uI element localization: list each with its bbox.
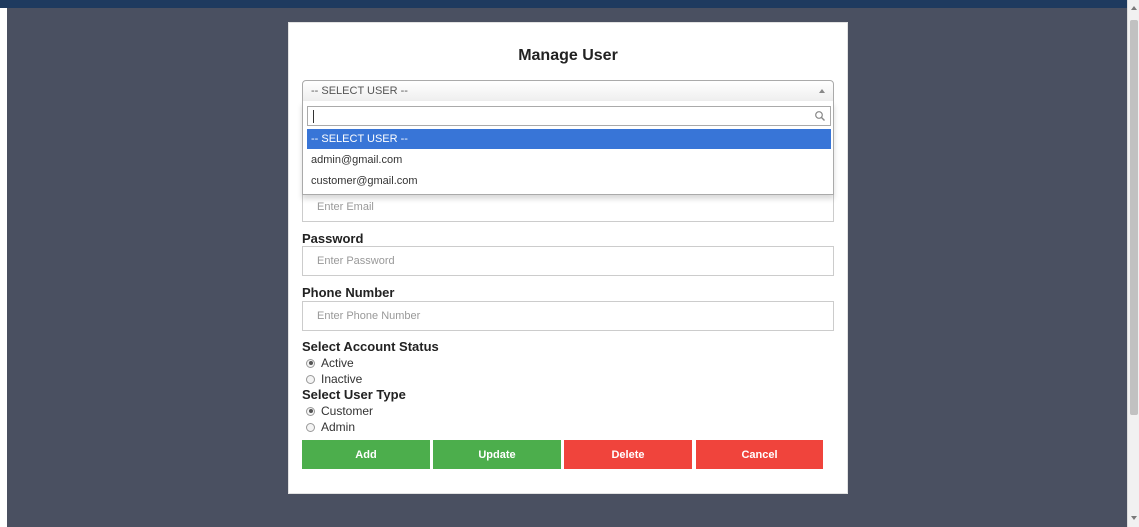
radio-admin[interactable]: Admin <box>306 420 355 434</box>
page-scrollbar[interactable] <box>1127 0 1139 527</box>
delete-button[interactable]: Delete <box>564 440 692 469</box>
user-option-customer[interactable]: customer@gmail.com <box>307 171 831 191</box>
radio-admin-label: Admin <box>321 420 356 434</box>
account-status-label: Select Account Status <box>302 339 439 354</box>
user-search-input[interactable] <box>308 108 830 126</box>
radio-customer[interactable]: Customer <box>306 404 373 418</box>
update-button[interactable]: Update <box>433 440 561 469</box>
user-option-select[interactable]: -- SELECT USER -- <box>307 129 831 149</box>
text-cursor <box>313 110 314 123</box>
user-select-value: -- SELECT USER -- <box>311 85 408 97</box>
radio-inactive[interactable]: Inactive <box>306 372 362 386</box>
cancel-button[interactable]: Cancel <box>696 440 823 469</box>
user-type-label: Select User Type <box>302 387 406 402</box>
user-select[interactable]: -- SELECT USER -- <box>302 80 834 102</box>
user-search-box[interactable] <box>307 106 831 126</box>
scroll-up-icon[interactable] <box>1131 6 1137 10</box>
add-button[interactable]: Add <box>302 440 430 469</box>
radio-customer-button[interactable] <box>306 406 315 416</box>
caret-up-icon <box>819 89 825 93</box>
radio-admin-button[interactable] <box>306 422 315 432</box>
phone-label: Phone Number <box>302 285 395 300</box>
modal-title: Manage User <box>518 47 618 64</box>
scrollbar-thumb[interactable] <box>1130 20 1138 415</box>
radio-inactive-label: Inactive <box>321 372 363 386</box>
email-field[interactable] <box>302 192 834 222</box>
password-field[interactable] <box>302 246 834 276</box>
phone-field[interactable] <box>302 301 834 331</box>
password-label: Password <box>302 231 364 246</box>
user-option-admin[interactable]: admin@gmail.com <box>307 150 831 170</box>
radio-active[interactable]: Active <box>306 356 354 370</box>
radio-inactive-button[interactable] <box>306 374 315 384</box>
radio-customer-label: Customer <box>321 404 374 418</box>
radio-active-label: Active <box>321 356 354 370</box>
manage-user-modal: Manage User Password Phone Number Select… <box>288 22 848 494</box>
scroll-down-icon[interactable] <box>1131 516 1137 520</box>
top-bar <box>0 0 1127 8</box>
search-icon <box>815 111 825 121</box>
radio-active-button[interactable] <box>306 358 315 368</box>
user-select-dropdown: -- SELECT USER -- admin@gmail.com custom… <box>302 101 834 195</box>
